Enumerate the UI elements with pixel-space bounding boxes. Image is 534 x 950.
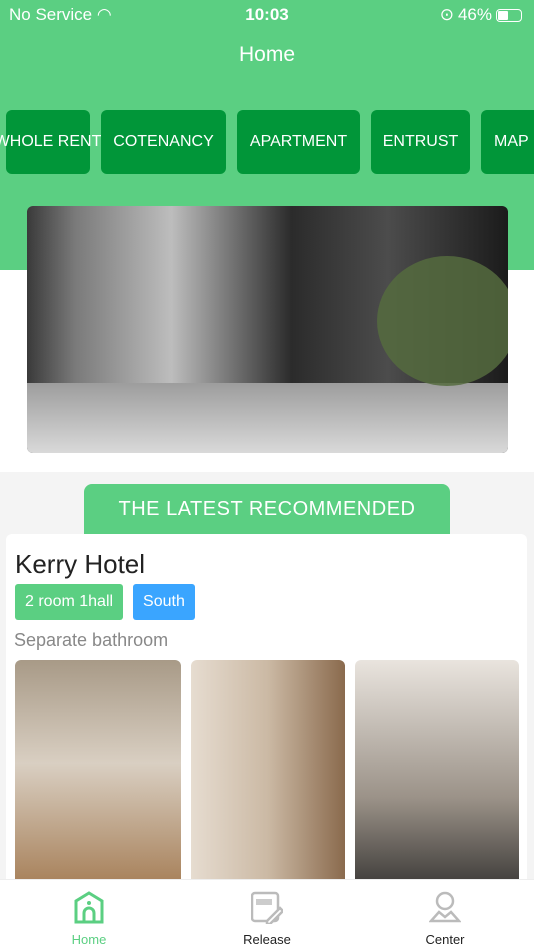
category-cotenancy[interactable]: COTENANCY — [101, 110, 226, 174]
listing-card[interactable]: Kerry Hotel 2 room 1hall South Separate … — [6, 534, 527, 894]
tab-home[interactable]: Home — [0, 880, 178, 950]
status-bar: No Service ◠ 10:03 ⊙ 46% — [0, 4, 534, 26]
banner-image[interactable] — [27, 206, 508, 453]
category-map[interactable]: MAP — [481, 110, 534, 174]
listing-photo[interactable] — [191, 660, 345, 890]
category-apartment[interactable]: APARTMENT — [237, 110, 360, 174]
category-whole-rent[interactable]: WHOLE RENT — [0, 110, 101, 174]
tab-home-label: Home — [71, 932, 107, 947]
tag-orientation: South — [133, 584, 195, 620]
tag-layout: 2 room 1hall — [15, 584, 124, 620]
battery-percent: 46% — [457, 5, 492, 24]
listing-description: Separate bathroom — [14, 630, 169, 650]
listing-name: Kerry Hotel — [15, 549, 146, 579]
tab-release-label: Release — [243, 932, 291, 947]
listing-photo[interactable] — [15, 660, 181, 890]
section-title: THE LATEST RECOMMENDED — [84, 484, 450, 539]
tab-release[interactable]: Release — [178, 880, 356, 950]
edit-icon — [251, 891, 283, 924]
battery-icon — [496, 8, 522, 22]
home-icon — [74, 891, 104, 924]
battery-status: ⊙ 46% — [440, 5, 522, 25]
page-title: Home — [238, 43, 296, 66]
listing-photo[interactable] — [355, 660, 519, 890]
tab-center[interactable]: Center — [356, 880, 534, 950]
tab-bar: Home Release Center — [0, 879, 534, 950]
category-entrust[interactable]: ENTRUST — [371, 110, 470, 174]
category-bar[interactable]: WHOLE RENT COTENANCY APARTMENT ENTRUST M… — [0, 110, 534, 174]
user-icon — [429, 891, 461, 923]
rotation-lock-icon: ⊙ — [439, 5, 454, 24]
tab-center-label: Center — [425, 932, 465, 947]
